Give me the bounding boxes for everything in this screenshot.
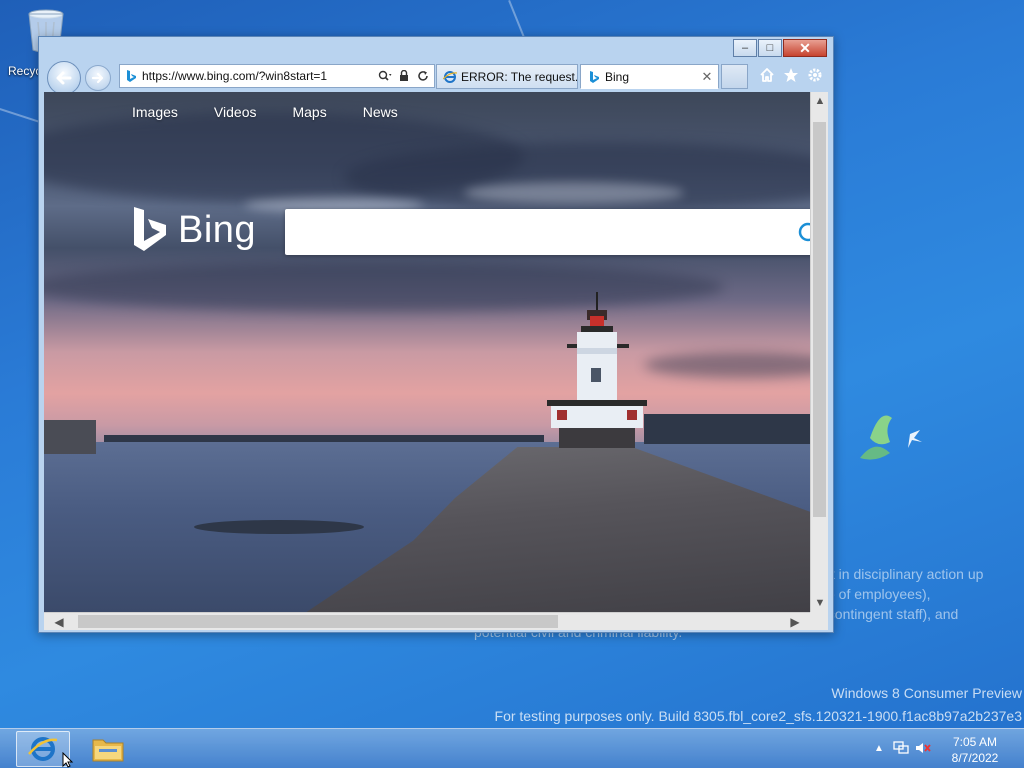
watermark-edition: Windows 8 Consumer Preview [831, 685, 1022, 701]
nav-videos-link[interactable]: Videos [214, 104, 257, 120]
bing-logo-icon [134, 207, 166, 251]
search-dropdown-icon[interactable] [377, 68, 393, 84]
legal-notice-line: f contingent staff), and [820, 606, 959, 622]
rocks [194, 520, 364, 534]
watermark-build: For testing purposes only. Build 8305.fb… [494, 708, 1022, 724]
lock-icon[interactable] [396, 68, 412, 84]
navigation-bar: https://www.bing.com/?win8start=1 ERROR:… [43, 61, 831, 95]
minimize-button[interactable]: – [733, 39, 757, 57]
wallpaper-streak [508, 0, 525, 38]
bing-page: Images Videos Maps News Bing [44, 92, 810, 612]
close-button[interactable]: ✕ [783, 39, 827, 57]
vertical-scroll-thumb[interactable] [813, 122, 826, 517]
shoreline [104, 435, 544, 442]
search-icon[interactable] [797, 221, 810, 243]
refresh-icon[interactable] [415, 68, 431, 84]
scrollbar-corner [810, 612, 828, 630]
bing-logo[interactable]: Bing [132, 204, 262, 256]
scroll-right-arrow-icon[interactable]: ▶ [780, 613, 810, 631]
cloud [644, 352, 810, 378]
bing-favicon-icon [127, 70, 136, 82]
lighthouse [547, 292, 647, 448]
mouse-cursor-icon [62, 752, 74, 768]
address-url: https://www.bing.com/?win8start=1 [142, 69, 328, 83]
internet-explorer-icon [28, 737, 58, 761]
address-bar[interactable]: https://www.bing.com/?win8start=1 [119, 64, 435, 88]
horizontal-scrollbar[interactable]: ◀ ▶ [44, 612, 810, 630]
system-tray: ▲ [868, 739, 934, 757]
ie-window: – □ ✕ https://www.bing.com/?win8start=1 [38, 36, 834, 633]
legal-notice-line: se of employees), [820, 586, 931, 602]
favorites-star-icon[interactable] [779, 63, 803, 87]
shoreline [644, 414, 810, 444]
maximize-button[interactable]: □ [758, 39, 782, 57]
tab-label: ERROR: The request... [461, 69, 577, 84]
toolbar-icons [755, 63, 827, 87]
scroll-down-arrow-icon[interactable]: ▼ [811, 594, 829, 612]
volume-muted-icon[interactable] [912, 739, 934, 757]
tab-error[interactable]: ERROR: The request... [436, 64, 578, 89]
cloud-highlight [464, 182, 684, 204]
bing-tab-icon [590, 70, 599, 83]
taskbar: ▲ 7:05 AM 8/7/2022 [0, 728, 1024, 768]
tab-label: Bing [605, 69, 630, 84]
new-tab-button[interactable] [721, 64, 748, 89]
clock-date: 8/7/2022 [951, 751, 999, 765]
legal-notice-line: ult in disciplinary action up [820, 566, 984, 582]
network-icon[interactable] [890, 739, 912, 757]
window-controls: – □ ✕ [732, 39, 827, 57]
ie-tab-icon [443, 70, 457, 83]
wallpaper-bird-icon [860, 415, 922, 460]
nav-news-link[interactable]: News [363, 104, 398, 120]
forward-button[interactable] [85, 65, 111, 91]
home-icon[interactable] [755, 63, 779, 87]
vertical-scrollbar[interactable]: ▲ ▼ [810, 92, 828, 612]
shoreline [44, 420, 96, 454]
back-button[interactable] [47, 61, 81, 95]
nav-images-link[interactable]: Images [132, 104, 178, 120]
search-input[interactable] [285, 209, 810, 255]
clock[interactable]: 7:05 AM 8/7/2022 [940, 734, 1010, 766]
legal-notice: ult in disciplinary action up se of empl… [820, 564, 1024, 624]
clock-time: 7:05 AM [952, 735, 998, 749]
bing-top-nav: Images Videos Maps News [132, 104, 434, 120]
folder-icon [92, 739, 124, 762]
show-hidden-icons-icon[interactable]: ▲ [868, 739, 890, 757]
tab-bing[interactable]: Bing ✕ [580, 64, 719, 89]
bing-wordmark: Bing [178, 208, 257, 251]
close-tab-icon[interactable]: ✕ [700, 69, 714, 85]
back-arrow-icon [56, 71, 72, 85]
forward-arrow-icon [91, 72, 104, 84]
taskbar-explorer-button[interactable] [84, 731, 132, 767]
nav-maps-link[interactable]: Maps [292, 104, 326, 120]
settings-gear-icon[interactable] [803, 63, 827, 87]
scroll-left-arrow-icon[interactable]: ◀ [44, 613, 74, 631]
scroll-up-arrow-icon[interactable]: ▲ [811, 92, 829, 110]
horizontal-scroll-thumb[interactable] [78, 615, 558, 628]
